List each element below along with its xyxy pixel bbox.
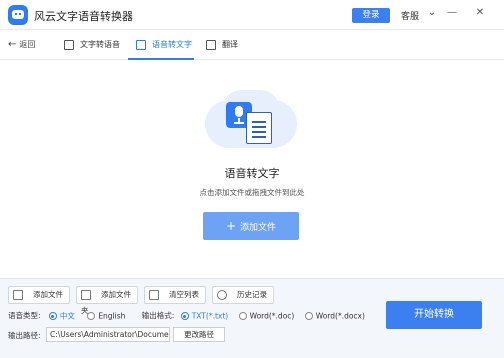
speech-to-text-icon [136,39,146,50]
radio-english-label: English [98,311,126,321]
start-convert-button[interactable]: 开始转换 [386,301,482,329]
radio-format-doc[interactable]: Word(*.doc) [238,311,295,321]
toolbar-history-label: 历史记录 [237,290,267,299]
path-label: 输出路径: [8,331,41,340]
toolbar-history-button[interactable]: 历史记录 [212,286,274,304]
trash-icon [149,290,159,300]
toolbar-add-folder-button[interactable]: 添加文件夹 [76,286,138,315]
file-drop-area[interactable]: 语音转文字 点击添加文件或拖拽文件到此处 + 添加文件 [0,60,504,278]
drop-hint: 点击添加文件或拖拽文件到此处 [199,188,305,197]
radio-format-txt-label: TXT(*.txt) [191,311,229,321]
radio-chinese-label: 中文 [59,311,75,321]
radio-selected-icon [48,312,57,320]
add-folder-icon [81,290,91,300]
radio-format-docx-label: Word(*.docx) [315,311,365,321]
radio-icon [304,312,313,320]
tab-label: 翻译 [222,40,238,49]
text-to-speech-icon [64,39,74,50]
radio-format-txt[interactable]: TXT(*.txt) [180,311,229,321]
main-title: 语音转文字 [224,167,280,180]
radio-icon [238,312,247,320]
chevron-down-icon[interactable]: ⌄ [426,7,438,18]
add-file-icon [13,290,23,300]
radio-chinese[interactable]: 中文 [48,311,75,321]
output-path-field[interactable]: C:\Users\Administrator\Documents\风云文字语音转… [46,327,170,342]
radio-english[interactable]: English [87,311,126,321]
login-button[interactable]: 登录 [352,8,390,23]
radio-icon [87,312,96,320]
radio-selected-icon [180,312,189,320]
tab-translate[interactable]: 翻译 [206,30,246,60]
tab-label: 语音转文字 [152,40,192,49]
radio-format-doc-label: Word(*.doc) [249,311,295,321]
tab-label: 文字转语音 [80,40,120,49]
change-path-button[interactable]: 更改路径 [173,327,225,342]
translate-icon [206,39,216,50]
back-label: 返回 [19,40,36,49]
add-file-button[interactable]: + 添加文件 [203,212,299,240]
app-logo-icon [8,5,28,25]
bottom-panel: 添加文件 添加文件夹 清空列表 历史记录 语音类型: 中文 English 输出… [0,278,504,358]
radio-format-docx[interactable]: Word(*.docx) [304,311,365,321]
back-button[interactable]: ← 返回 [8,39,35,50]
close-button[interactable]: ✕ [474,7,486,18]
toolbar-add-file-button[interactable]: 添加文件 [8,286,70,304]
toolbar-clear-list-button[interactable]: 清空列表 [144,286,206,304]
format-label: 输出格式: [141,311,175,320]
arrow-left-icon: ← [8,39,17,50]
toolbar-add-file-label: 添加文件 [33,290,63,299]
tab-speech-to-text[interactable]: 语音转文字 [128,30,194,60]
customer-service-link[interactable]: 客服 [401,9,419,22]
nav-bar: ← 返回 文字转语音 语音转文字 翻译 [0,30,504,60]
tab-text-to-speech[interactable]: 文字转语音 [64,30,128,60]
options-row: 语音类型: 中文 English 输出格式: TXT(*.txt) Word(*… [8,310,365,322]
toolbar-clear-list-label: 清空列表 [169,290,199,299]
plus-icon: + [225,219,237,233]
app-title: 风云文字语音转换器 [34,10,133,23]
document-icon [246,112,272,144]
title-bar: 风云文字语音转换器 登录 客服 ⌄ — ✕ [0,0,504,30]
minimize-button[interactable]: — [446,7,458,18]
clock-icon [217,290,227,300]
add-file-label: 添加文件 [240,223,277,233]
language-label: 语音类型: [8,311,41,320]
